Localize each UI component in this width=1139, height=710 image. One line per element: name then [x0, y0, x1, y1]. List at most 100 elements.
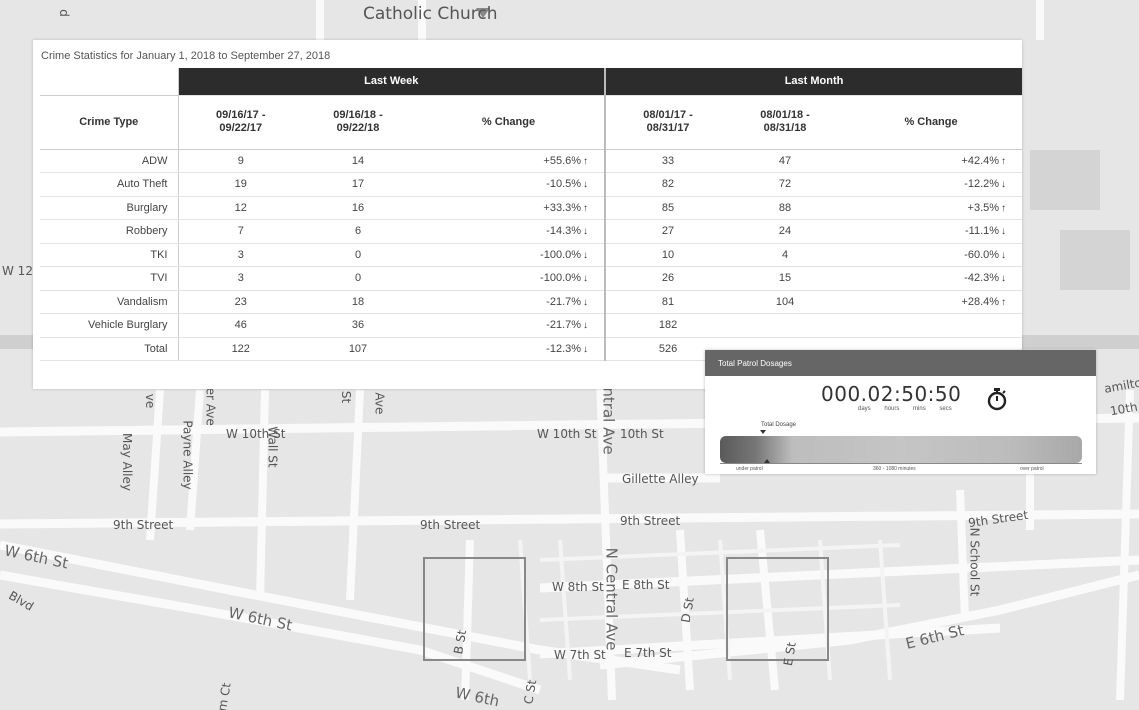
street-label: ve: [143, 393, 158, 409]
cell-lm-change-text: -42.3%: [964, 272, 1000, 285]
cell-lw-prev: 46: [177, 313, 303, 338]
cell-crime-type-text: Burglary: [126, 201, 168, 214]
cell-lm-change-text: -60.0%: [964, 248, 1000, 261]
cell-lm-change: +28.4% ↑: [840, 290, 1023, 314]
column-header-lw-curr: 09/16/18 - 09/22/18: [303, 95, 413, 150]
cell-lw-change-text: -21.7%: [546, 319, 582, 332]
cell-crime-type-text: Vandalism: [116, 295, 168, 308]
cell-lm-curr-text: 4: [781, 248, 789, 261]
cell-lw-curr-text: 0: [354, 248, 362, 261]
dosage-scale: under patrol 360 - 1080 minutes over pat…: [720, 459, 1082, 472]
cell-lm-change: +3.5% ↑: [840, 196, 1023, 220]
cell-lw-curr-text: 6: [354, 225, 362, 238]
scale-marker: [764, 459, 770, 463]
table-row: TVI 3 0 -100.0% ↓ 26 15 -42.3% ↓: [40, 266, 1023, 291]
cell-lm-change: -42.3% ↓: [840, 266, 1023, 291]
arrow-down-icon: ↓: [583, 320, 589, 332]
cell-lm-curr: 72: [730, 172, 841, 197]
cell-lw-change: -21.7% ↓: [413, 290, 606, 314]
cell-lm-curr: 104: [730, 290, 841, 314]
table-row: Burglary 12 16 +33.3% ↑ 85 88 +3.5% ↑: [40, 196, 1023, 220]
cell-lw-prev-text: 3: [237, 272, 244, 285]
street-label: W 10th St: [537, 427, 597, 441]
cell-crime-type: Robbery: [40, 219, 178, 244]
cell-lm-curr-text: 104: [775, 295, 795, 308]
cell-lm-change-text: +3.5%: [967, 201, 1000, 214]
crime-statistics-table: Last Week Last Month Crime Type 09/16/17…: [40, 68, 1023, 361]
arrow-down-icon: ↓: [583, 273, 589, 285]
cell-crime-type-text: Robbery: [125, 225, 168, 238]
cell-lw-curr: 16: [303, 196, 413, 220]
cell-lm-curr: 15: [730, 266, 841, 291]
cell-lm-prev: 81: [604, 290, 731, 314]
total-dosage-label: Total Dosage: [761, 422, 797, 428]
cell-lw-prev: 3: [177, 243, 303, 267]
table-row: Vandalism 23 18 -21.7% ↓ 81 104 +28.4% ↑: [40, 290, 1023, 314]
cell-lw-curr-text: 17: [351, 178, 365, 191]
cell-lw-change-text: -12.3%: [546, 342, 582, 355]
arrow-up-icon: ↑: [583, 155, 589, 167]
cell-lw-prev-text: 3: [237, 248, 244, 261]
arrow-up-icon: ↑: [583, 202, 589, 214]
cell-lw-curr-text: 16: [351, 201, 365, 214]
cell-crime-type: Auto Theft: [40, 172, 178, 197]
group-header-last-week: Last Week: [177, 68, 606, 96]
street-label: St: [339, 390, 354, 404]
timer-units: days hours mins secs: [858, 406, 964, 412]
street-label: May Alley: [119, 433, 134, 491]
cell-lw-change: -21.7% ↓: [413, 313, 606, 338]
cell-lw-change: -12.3% ↓: [413, 337, 606, 361]
arrow-down-icon: ↓: [1001, 226, 1007, 238]
column-header-lw-change: % Change: [413, 95, 606, 150]
cell-crime-type-text: Auto Theft: [116, 178, 168, 191]
cell-crime-type-text: TVI: [150, 272, 168, 285]
cell-lm-prev: 82: [604, 172, 731, 197]
group-header-last-month: Last Month: [604, 68, 1023, 96]
table-row: Vehicle Burglary 46 36 -21.7% ↓ 182: [40, 313, 1023, 338]
cell-lw-prev: 12: [177, 196, 303, 220]
street-label: Gillette Alley: [622, 472, 699, 486]
cell-crime-type: Vehicle Burglary: [40, 313, 178, 338]
cell-lw-curr-text: 18: [351, 295, 365, 308]
arrow-down-icon: ↓: [583, 296, 589, 308]
street-label: E 8th St: [622, 578, 670, 592]
church-label[interactable]: Catholic Church: [363, 4, 497, 24]
cell-lw-curr: 36: [303, 313, 413, 338]
cell-lm-curr-text: 15: [778, 272, 792, 285]
table-row: TKI 3 0 -100.0% ↓ 10 4 -60.0% ↓: [40, 243, 1023, 267]
cell-lm-change: [840, 313, 1023, 338]
cell-lw-curr-text: 107: [348, 342, 368, 355]
crime-statistics-title: Crime Statistics for January 1, 2018 to …: [41, 50, 331, 62]
cell-lw-prev-text: 46: [234, 319, 247, 332]
arrow-up-icon: ↑: [1001, 155, 1007, 167]
cell-lw-prev-text: 7: [237, 225, 244, 238]
cell-lm-curr: 4: [730, 243, 841, 267]
cell-crime-type: TKI: [40, 243, 178, 267]
cell-lm-prev: 33: [604, 149, 731, 173]
cell-lw-change-text: +33.3%: [543, 201, 582, 214]
arrow-down-icon: ↓: [583, 343, 589, 355]
cell-lm-prev-text: 27: [661, 225, 675, 238]
arrow-down-icon: ↓: [1001, 273, 1007, 285]
cell-lm-curr: [730, 313, 841, 338]
cell-lw-change-text: -100.0%: [540, 272, 582, 285]
table-row: ADW 9 14 +55.6% ↑ 33 47 +42.4% ↑: [40, 149, 1023, 173]
cell-lm-change: -60.0% ↓: [840, 243, 1023, 267]
column-header-lm-prev: 08/01/17 - 08/31/17: [604, 95, 731, 150]
street-label: 9th Street: [620, 514, 681, 528]
cell-lw-prev: 23: [177, 290, 303, 314]
cell-lw-change-text: -10.5%: [546, 178, 582, 191]
cell-lw-change: -100.0% ↓: [413, 243, 606, 267]
street-label: Wall St: [265, 426, 280, 468]
street-label: ler Ave: [203, 384, 218, 426]
scale-over-label: over patrol: [1020, 466, 1044, 472]
cell-lm-prev-text: 182: [658, 319, 678, 332]
cell-lw-prev-text: 9: [237, 154, 244, 167]
arrow-up-icon: ↑: [1001, 202, 1007, 214]
patrol-dosage-title: Total Patrol Dosages: [705, 350, 1096, 376]
cell-lw-curr: 17: [303, 172, 413, 197]
cell-lw-curr: 107: [303, 337, 413, 361]
cell-crime-type-text: Vehicle Burglary: [88, 319, 168, 332]
cell-lw-prev: 122: [177, 337, 303, 361]
cell-lm-change-text: -12.2%: [964, 178, 1000, 191]
